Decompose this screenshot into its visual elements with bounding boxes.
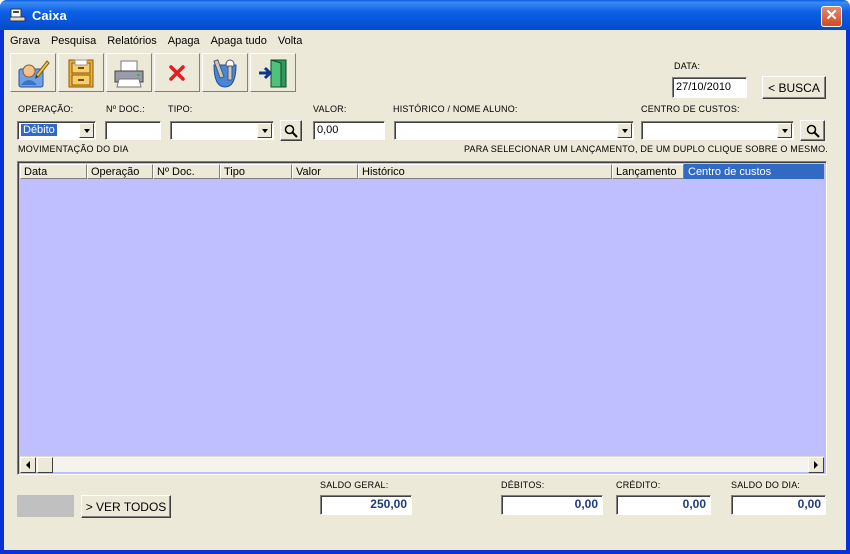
toolbar [10, 53, 296, 92]
saldo-geral-label: SALDO GERAL: [320, 480, 389, 490]
saldo-geral-value: 250,00 [320, 495, 412, 515]
chevron-down-icon[interactable] [777, 123, 792, 138]
tools-icon [213, 58, 237, 88]
close-button[interactable]: ✕ [821, 6, 842, 27]
saldo-dia-value: 0,00 [731, 495, 826, 515]
operacao-label: OPERAÇÃO: [18, 104, 74, 114]
centro-search-button[interactable] [800, 120, 825, 141]
menu-apaga[interactable]: Apaga [168, 34, 200, 48]
date-field[interactable]: 27/10/2010 [672, 77, 747, 98]
scroll-left-button[interactable] [20, 457, 36, 473]
historico-select[interactable] [394, 121, 634, 140]
exit-toolbar-button[interactable] [250, 53, 296, 92]
column-header-data[interactable]: Data [20, 164, 87, 179]
column-header-historico[interactable]: Histórico [358, 164, 612, 179]
tipo-select[interactable] [170, 121, 274, 140]
delete-toolbar-button[interactable] [154, 53, 200, 92]
valor-field[interactable]: 0,00 [313, 121, 385, 140]
operacao-select[interactable]: Débito [17, 121, 96, 140]
debitos-label: DÉBITOS: [501, 480, 545, 490]
ndoc-label: Nº DOC.: [106, 104, 145, 114]
grid-header: Data Operação Nº Doc. Tipo Valor Históri… [20, 164, 824, 179]
debitos-value: 0,00 [501, 495, 603, 515]
date-label: DATA: [674, 61, 701, 71]
print-toolbar-button[interactable] [106, 53, 152, 92]
printer-icon [114, 60, 144, 87]
historico-label: HISTÓRICO / NOME ALUNO: [393, 104, 518, 114]
centro-custos-select[interactable] [641, 121, 794, 140]
grid-hint: PARA SELECIONAR UM LANÇAMENTO, DE UM DUP… [463, 144, 828, 154]
delete-x-icon [169, 64, 185, 81]
valor-label: VALOR: [313, 104, 347, 114]
menu-relatorios[interactable]: Relatórios [107, 34, 157, 48]
tipo-label: TIPO: [168, 104, 193, 114]
chevron-down-icon[interactable] [617, 123, 632, 138]
title-bar[interactable]: Caixa ✕ [0, 0, 850, 30]
menu-apaga-tudo[interactable]: Apaga tudo [211, 34, 267, 48]
column-header-lancamento[interactable]: Lançamento [612, 164, 684, 179]
movimentacao-grid[interactable]: Data Operação Nº Doc. Tipo Valor Históri… [17, 161, 827, 475]
horizontal-scrollbar[interactable] [20, 456, 824, 473]
credito-label: CRÉDITO: [616, 480, 661, 490]
file-cabinet-icon [68, 59, 94, 87]
centro-custos-label: CENTRO DE CUSTOS: [641, 104, 740, 114]
client-area: Grava Pesquisa Relatórios Apaga Apaga tu… [4, 30, 846, 550]
menu-grava[interactable]: Grava [10, 34, 40, 48]
exit-door-icon [259, 58, 287, 87]
menu-bar: Grava Pesquisa Relatórios Apaga Apaga tu… [4, 30, 846, 52]
search-toolbar-button[interactable] [58, 53, 104, 92]
column-header-centro-custos[interactable]: Centro de custos [684, 164, 824, 179]
delete-all-toolbar-button[interactable] [202, 53, 248, 92]
save-toolbar-button[interactable] [10, 53, 56, 92]
chevron-down-icon[interactable] [257, 123, 272, 138]
ver-todos-button[interactable]: > VER TODOS [81, 495, 171, 518]
grid-title: MOVIMENTAÇÃO DO DIA [18, 144, 129, 154]
operacao-value: Débito [21, 124, 57, 136]
credito-value: 0,00 [616, 495, 711, 515]
column-header-valor[interactable]: Valor [292, 164, 358, 179]
saldo-dia-label: SALDO DO DIA: [731, 480, 801, 490]
chevron-down-icon[interactable] [79, 123, 94, 138]
tipo-search-button[interactable] [280, 120, 302, 141]
user-edit-icon [18, 59, 50, 87]
magnifier-icon [284, 124, 298, 138]
column-header-operacao[interactable]: Operação [87, 164, 153, 179]
caixa-window: Caixa ✕ Grava Pesquisa Relatórios Apaga … [0, 0, 850, 554]
column-header-tipo[interactable]: Tipo [220, 164, 292, 179]
scroll-right-button[interactable] [808, 457, 824, 473]
menu-pesquisa[interactable]: Pesquisa [51, 34, 96, 48]
column-header-ndoc[interactable]: Nº Doc. [153, 164, 220, 179]
menu-volta[interactable]: Volta [278, 34, 302, 48]
scroll-thumb[interactable] [37, 457, 53, 473]
busca-button[interactable]: < BUSCA [762, 76, 826, 99]
ndoc-field[interactable] [105, 121, 161, 140]
window-title: Caixa [32, 7, 67, 23]
close-icon: ✕ [825, 7, 838, 24]
arrow-left-icon [26, 461, 30, 469]
arrow-right-icon [814, 461, 818, 469]
cash-register-icon [10, 8, 26, 22]
status-panel [17, 495, 74, 517]
magnifier-icon [806, 124, 820, 138]
